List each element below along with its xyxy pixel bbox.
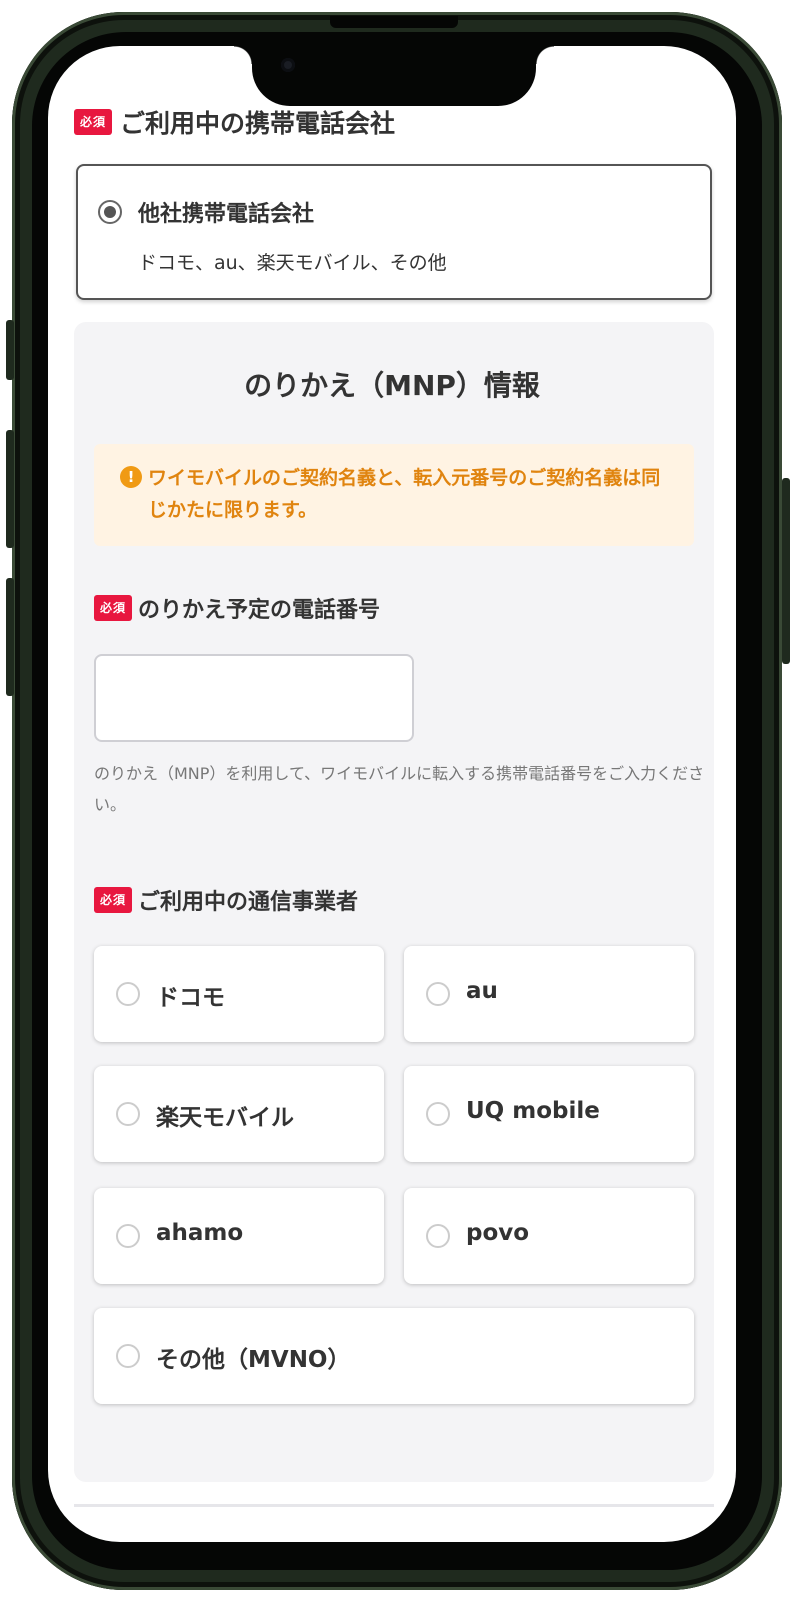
power-button [782,478,790,664]
carrier-option-rakuten[interactable]: 楽天モバイル [94,1066,384,1162]
notice-text: ワイモバイルのご契約名義と、転入元番号のご契約名義は同じかたに限ります。 [148,467,661,521]
contract-name-notice: ! ワイモバイルのご契約名義と、転入元番号のご契約名義は同じかたに限ります。 [94,444,694,546]
radio-unselected-icon[interactable] [426,1224,450,1248]
carrier-option-docomo[interactable]: ドコモ [94,946,384,1042]
front-camera-icon [281,58,295,72]
volume-up-button [6,430,14,548]
carrier-option-label: その他（MVNO） [156,1347,351,1373]
phone-number-input[interactable] [94,654,414,742]
carrier-option-label: au [466,978,498,1004]
earpiece-speaker [330,16,458,28]
other-carrier-option-card[interactable]: 他社携帯電話会社 ドコモ、au、楽天モバイル、その他 [76,164,712,300]
radio-unselected-icon[interactable] [426,1102,450,1126]
phone-number-help: のりかえ（MNP）を利用して、ワイモバイルに転入する携帯電話番号をご入力ください… [94,764,705,814]
carrier-heading: 必須 ご利用中の通信事業者 [94,884,358,916]
radio-unselected-icon[interactable] [426,982,450,1006]
carrier-option-label: ドコモ [156,985,225,1011]
required-badge: 必須 [74,109,113,135]
section-divider [74,1504,714,1507]
carrier-option-label: UQ mobile [466,1098,600,1124]
current-carrier-title: ご利用中の携帯電話会社 [120,109,396,138]
phone-number-label: のりかえ予定の電話番号 [138,598,381,623]
carrier-option-label: 楽天モバイル [156,1105,294,1131]
carrier-label: ご利用中の通信事業者 [138,890,359,915]
phone-number-heading: 必須 のりかえ予定の電話番号 [94,592,380,624]
current-carrier-heading: 必須 ご利用中の携帯電話会社 [74,102,395,142]
phone-notch [234,46,554,106]
other-carrier-title: 他社携帯電話会社 [138,202,315,227]
carrier-option-povo[interactable]: povo [404,1188,694,1284]
screen: 必須 ご利用中の携帯電話会社 他社携帯電話会社 ドコモ、au、楽天モバイル、その… [48,46,736,1542]
required-badge: 必須 [94,887,133,913]
radio-unselected-icon[interactable] [116,1224,140,1248]
carrier-option-ahamo[interactable]: ahamo [94,1188,384,1284]
exclamation-circle-icon: ! [120,466,142,488]
radio-unselected-icon[interactable] [116,1344,140,1368]
carrier-option-au[interactable]: au [404,946,694,1042]
volume-down-button [6,578,14,696]
carrier-option-mvno[interactable]: その他（MVNO） [94,1308,694,1404]
required-badge: 必須 [94,595,133,621]
radio-unselected-icon[interactable] [116,1102,140,1126]
radio-unselected-icon[interactable] [116,982,140,1006]
other-carrier-subtitle: ドコモ、au、楽天モバイル、その他 [138,252,447,274]
mnp-section-title: のりかえ（MNP）情報 [244,369,540,402]
carrier-option-uq-mobile[interactable]: UQ mobile [404,1066,694,1162]
mute-switch [6,320,14,380]
carrier-option-label: ahamo [156,1220,244,1246]
carrier-option-label: povo [466,1220,530,1246]
radio-selected-icon[interactable] [98,200,122,224]
